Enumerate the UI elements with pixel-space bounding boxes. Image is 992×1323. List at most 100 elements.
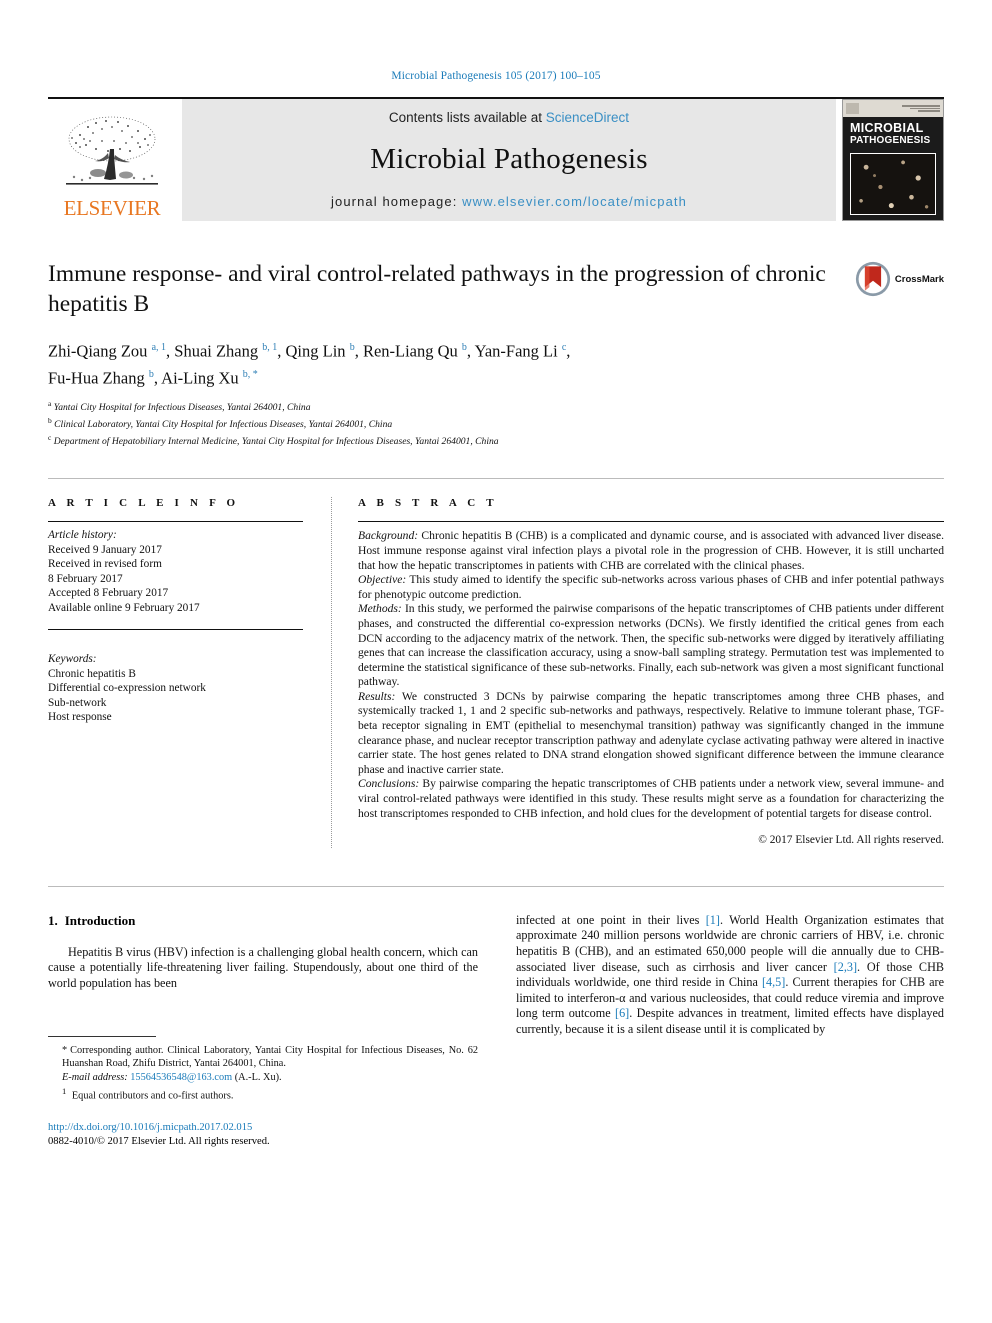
body-text-segment: infected at one point in their lives — [516, 912, 706, 927]
author-affiliation-marker: b — [148, 368, 154, 380]
abstract-objective-text: This study aimed to identify the specifi… — [358, 573, 944, 601]
crossmark-icon — [855, 261, 890, 297]
footnote-marker-asterisk: * — [62, 1044, 68, 1056]
author-affiliation-marker: b — [461, 342, 467, 353]
author-name: Fu-Hua Zhang — [48, 368, 149, 387]
article-info-column: A R T I C L E I N F O Article history: R… — [48, 497, 332, 848]
abstract-methods-label: Methods: — [358, 602, 402, 616]
abstract-conclusions-label: Conclusions: — [358, 777, 420, 791]
doi-link[interactable]: http://dx.doi.org/10.1016/j.micpath.2017… — [48, 1121, 478, 1135]
author-name: Ren-Liang Qu — [362, 341, 462, 361]
abstract-objective-label: Objective: — [358, 573, 407, 587]
elsevier-wordmark: ELSEVIER — [63, 196, 161, 220]
crossmark-badge-group[interactable]: CrossMark — [855, 261, 944, 297]
author-affiliation-marker: c — [561, 342, 567, 353]
footnote-email: E-mail address: 15564536548@163.com (A.-… — [48, 1071, 478, 1084]
citation-link[interactable]: [1] — [706, 913, 720, 927]
author-line-1: Zhi-Qiang Zou a, 1, Shuai Zhang b, 1, Qi… — [48, 341, 571, 361]
homepage-url-link[interactable]: www.elsevier.com/locate/micpath — [462, 194, 687, 209]
cover-masthead-lines — [902, 105, 940, 112]
section-number: 1. — [48, 912, 58, 928]
body-columns: 1. Introduction Hepatitis B virus (HBV) i… — [48, 913, 944, 1149]
affiliation-item: a Yantai City Hospital for Infectious Di… — [48, 398, 944, 415]
cover-title-line2: PATHOGENESIS — [850, 134, 931, 146]
keywords-rule — [48, 629, 303, 631]
footnote-marker-one: 1 — [62, 1086, 67, 1097]
body-column-left: 1. Introduction Hepatitis B virus (HBV) i… — [48, 913, 478, 1149]
introduction-paragraph-left: Hepatitis B virus (HBV) infection is a c… — [48, 945, 478, 992]
page-title: Immune response- and viral control-relat… — [48, 261, 826, 317]
title-container: Immune response- and viral control-relat… — [48, 259, 855, 319]
journal-cover-thumbnail: MICROBIAL PATHOGENESIS — [842, 99, 944, 221]
author-name: Zhi-Qiang Zou — [48, 341, 152, 361]
footnote-email-link[interactable]: 15564536548@163.com — [130, 1072, 232, 1083]
abstract-conclusions: Conclusions: By pairwise comparing the h… — [358, 777, 944, 821]
cover-title: MICROBIAL PATHOGENESIS — [843, 117, 943, 151]
author-affiliation-marker: b — [349, 342, 355, 353]
body-column-right: infected at one point in their lives [1]… — [516, 913, 944, 1149]
author-name: Shuai Zhang — [174, 341, 263, 361]
article-history-label: Article history: — [48, 529, 117, 542]
affiliation-text: Department of Hepatobiliary Internal Med… — [51, 435, 499, 447]
article-history-item: 8 February 2017 — [48, 572, 123, 585]
article-history-item: Received in revised form — [48, 558, 162, 571]
article-history-item: Available online 9 February 2017 — [48, 601, 200, 614]
keyword-lines: Chronic hepatitis B Differential co-expre… — [48, 667, 303, 725]
cover-publisher-mini-logo — [846, 103, 859, 114]
article-page: Microbial Pathogenesis 105 (2017) 100–10… — [0, 0, 992, 1323]
footnote-corresponding-author: * Corresponding author. Clinical Laborato… — [48, 1044, 478, 1070]
abstract-column: A B S T R A C T Background: Chronic hepa… — [332, 497, 944, 847]
info-abstract-region: A R T I C L E I N F O Article history: R… — [48, 478, 944, 848]
author-name: Qing Lin — [285, 341, 350, 361]
introduction-paragraph-left-text: Hepatitis B virus (HBV) infection is a c… — [48, 944, 478, 990]
abstract-heading: A B S T R A C T — [358, 497, 498, 510]
affiliation-item: b Clinical Laboratory, Yantai City Hospi… — [48, 415, 944, 432]
author-name: Ai-Ling Xu — [161, 368, 243, 387]
cover-micrograph-image — [850, 153, 936, 215]
footnote-equal-text: Equal contributors and co-first authors. — [71, 1090, 234, 1102]
section-label: Introduction — [64, 912, 136, 928]
article-history-item: Received 9 January 2017 — [48, 543, 162, 556]
citation-link[interactable]: [6] — [615, 1006, 629, 1020]
abstract-results: Results: We constructed 3 DCNs by pairwi… — [358, 690, 944, 778]
abstract-methods-text: In this study, we performed the pairwise… — [358, 602, 944, 689]
abstract-results-label: Results: — [358, 689, 396, 703]
contents-prefix: Contents lists available at — [388, 110, 543, 125]
footnote-corresponding-text: Corresponding author. Clinical Laborator… — [62, 1044, 478, 1069]
abstract-results-text: We constructed 3 DCNs by pairwise compar… — [358, 689, 944, 776]
keywords-label: Keywords: — [48, 653, 97, 666]
elsevier-tree-icon — [66, 116, 158, 185]
footnote-email-suffix: (A.-L. Xu). — [234, 1072, 282, 1083]
keyword-item: Host response — [48, 711, 112, 724]
affiliation-item: c Department of Hepatobiliary Internal M… — [48, 432, 944, 449]
body-separator — [48, 885, 944, 887]
journal-homepage-line: journal homepage: www.elsevier.com/locat… — [331, 194, 687, 209]
introduction-paragraph-right: infected at one point in their lives [1]… — [516, 913, 944, 1038]
footnote-rule — [48, 1035, 156, 1044]
article-history-group: Article history: Received 9 January 2017… — [48, 522, 303, 615]
contents-available-line: Contents lists available at ScienceDirec… — [389, 110, 629, 125]
keyword-item: Sub-network — [48, 696, 107, 709]
running-head: Microbial Pathogenesis 105 (2017) 100–10… — [391, 70, 601, 82]
abstract-background: Background: Chronic hepatitis B (CHB) is… — [358, 529, 944, 573]
cover-title-line1: MICROBIAL — [850, 121, 924, 135]
keywords-group: Keywords: Chronic hepatitis B Differentia… — [48, 646, 303, 725]
article-history-lines: Received 9 January 2017 Received in revis… — [48, 543, 303, 616]
citation-link[interactable]: [2,3] — [834, 960, 857, 974]
author-name: Yan-Fang Li — [474, 341, 562, 361]
citation-link[interactable]: [4,5] — [762, 975, 785, 989]
affiliation-text: Yantai City Hospital for Infectious Dise… — [51, 402, 311, 414]
author-affiliation-marker: a, 1 — [151, 342, 167, 353]
author-affiliation-marker: b, * — [242, 368, 258, 380]
abstract-body: Background: Chronic hepatitis B (CHB) is… — [358, 522, 944, 847]
author-list: Zhi-Qiang Zou a, 1, Shuai Zhang b, 1, Qi… — [48, 336, 944, 389]
sciencedirect-link[interactable]: ScienceDirect — [546, 110, 629, 125]
issn-copyright-line: 0882-4010/© 2017 Elsevier Ltd. All right… — [48, 1135, 270, 1147]
author-line-2: Fu-Hua Zhang b, Ai-Ling Xu b, * — [48, 368, 258, 387]
abstract-methods: Methods: In this study, we performed the… — [358, 602, 944, 690]
abstract-background-label: Background: — [358, 529, 419, 543]
masthead-center: Contents lists available at ScienceDirec… — [182, 99, 836, 221]
footnote-block: * Corresponding author. Clinical Laborato… — [48, 1044, 478, 1103]
elsevier-logo: ELSEVIER — [48, 99, 176, 221]
journal-title: Microbial Pathogenesis — [370, 143, 648, 175]
